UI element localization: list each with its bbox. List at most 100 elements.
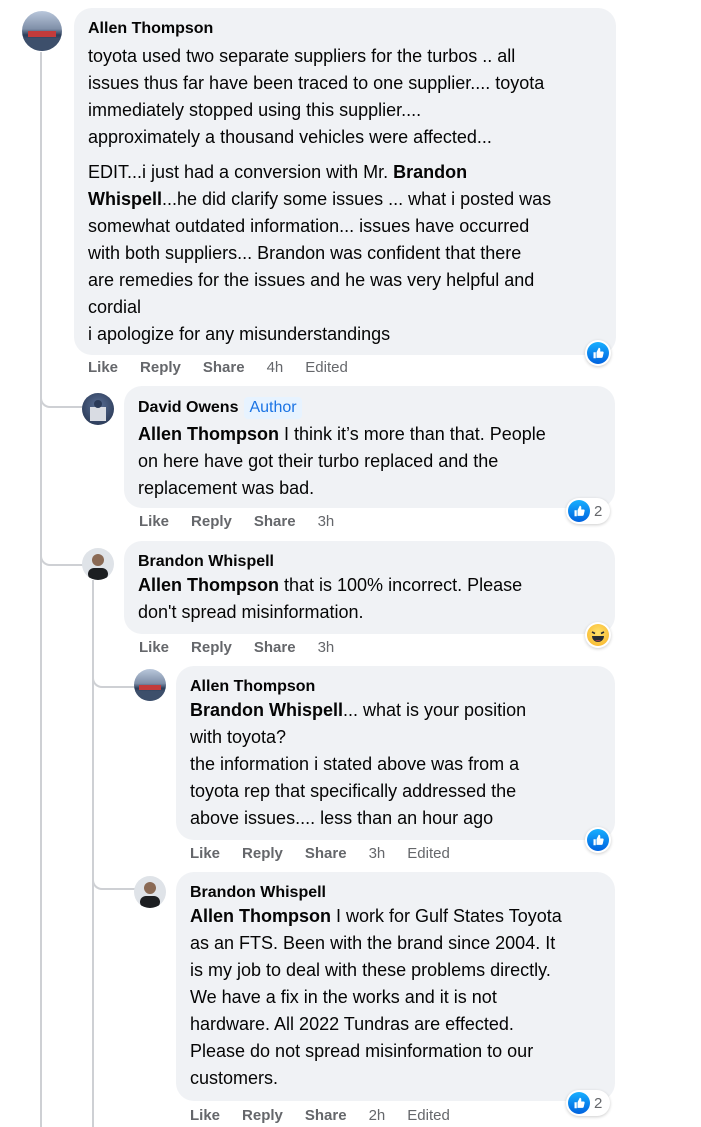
- timestamp[interactable]: 3h: [369, 845, 386, 863]
- reaction-summary[interactable]: [585, 340, 611, 366]
- timestamp[interactable]: 4h: [267, 359, 284, 377]
- like-button[interactable]: Like: [139, 639, 169, 657]
- comment-line: cordial: [88, 294, 602, 321]
- like-button[interactable]: Like: [190, 845, 220, 863]
- mentioned-name[interactable]: Whispell: [88, 189, 162, 209]
- timestamp[interactable]: 3h: [318, 513, 335, 531]
- like-reaction-icon: [568, 500, 590, 522]
- comment-author[interactable]: Allen Thompson: [190, 677, 601, 697]
- comment-bubble: Brandon Whispell Allen Thompson I work f…: [176, 872, 615, 1101]
- edited-label: Edited: [407, 1107, 450, 1124]
- comment-line: as an FTS. Been with the brand since 200…: [190, 930, 601, 957]
- share-button[interactable]: Share: [305, 845, 347, 863]
- comment-author[interactable]: Brandon Whispell: [138, 552, 601, 572]
- avatar[interactable]: [134, 876, 166, 908]
- comment-text: with toyota?: [190, 727, 287, 747]
- reaction-summary[interactable]: [585, 622, 611, 648]
- comment-text: We have a fix in the works and it is not: [190, 987, 497, 1007]
- comment-text: EDIT...i just had a conversion with Mr.: [88, 162, 394, 182]
- comment-text: replacement was bad.: [138, 478, 315, 498]
- like-button[interactable]: Like: [139, 513, 169, 531]
- reply-button[interactable]: Reply: [191, 639, 232, 657]
- reaction-summary[interactable]: 2: [566, 1090, 611, 1116]
- comment-line: Whispell...he did clarify some issues ..…: [88, 186, 602, 213]
- comment-line: Allen Thompson that is 100% incorrect. P…: [138, 572, 601, 599]
- comment-text: on here have got their turbo replaced an…: [138, 451, 499, 471]
- thumbs-up-icon: [593, 834, 604, 846]
- comment-author[interactable]: David Owens: [138, 399, 238, 416]
- comment-author-row: David Owens Author: [138, 397, 601, 419]
- comment-line: on here have got their turbo replaced an…: [138, 448, 601, 475]
- mentioned-name[interactable]: Brandon Whispell: [190, 700, 343, 720]
- haha-face-icon: [591, 631, 605, 642]
- share-button[interactable]: Share: [203, 359, 245, 377]
- avatar[interactable]: [82, 393, 114, 425]
- comment-line: EDIT...i just had a conversion with Mr. …: [88, 159, 602, 186]
- comment-text: as an FTS. Been with the brand since 200…: [190, 933, 556, 953]
- like-reaction-icon: [568, 1092, 590, 1114]
- reaction-summary[interactable]: 2: [566, 498, 611, 524]
- mentioned-name[interactable]: Allen Thompson: [138, 424, 279, 444]
- reaction-summary[interactable]: [585, 827, 611, 853]
- like-button[interactable]: Like: [190, 1107, 220, 1125]
- timestamp[interactable]: 2h: [369, 1107, 386, 1125]
- thumbs-up-icon: [593, 347, 604, 359]
- comment-line: approximately a thousand vehicles were a…: [88, 124, 602, 151]
- reply-button[interactable]: Reply: [191, 513, 232, 531]
- mentioned-name[interactable]: Brandon: [393, 162, 467, 182]
- comment-line: is my job to deal with these problems di…: [190, 957, 601, 984]
- comment-actions: Like Reply Share 4h Edited: [88, 359, 370, 377]
- comment-text: I work for Gulf States Toyota: [331, 906, 562, 926]
- comment-text: immediately stopped using this supplier.…: [88, 100, 422, 120]
- thumbs-up-icon: [574, 505, 585, 517]
- comment-line: toyota used two separate suppliers for t…: [88, 43, 602, 70]
- comment-body: Allen Thompson I think it’s more than th…: [138, 421, 601, 502]
- comment-text: ... what is your position: [343, 700, 527, 720]
- comment-text: that is 100% incorrect. Please: [279, 575, 523, 595]
- comment-line: somewhat outdated information... issues …: [88, 213, 602, 240]
- avatar[interactable]: [134, 669, 166, 701]
- timestamp[interactable]: 3h: [318, 639, 335, 657]
- share-button[interactable]: Share: [254, 639, 296, 657]
- like-button[interactable]: Like: [88, 359, 118, 377]
- comment-text: the information i stated above was from …: [190, 754, 520, 774]
- comment-body: Brandon Whispell... what is your positio…: [190, 697, 601, 832]
- avatar-photo-icon: [134, 685, 166, 701]
- avatar[interactable]: [22, 11, 62, 51]
- comment-line: Allen Thompson I work for Gulf States To…: [190, 903, 601, 930]
- comment-line: toyota rep that specifically addressed t…: [190, 778, 601, 805]
- reply-button[interactable]: Reply: [242, 1107, 283, 1125]
- avatar[interactable]: [82, 548, 114, 580]
- comment-author[interactable]: Brandon Whispell: [190, 883, 601, 903]
- comment-author[interactable]: Allen Thompson: [88, 19, 602, 39]
- reply-button[interactable]: Reply: [242, 845, 283, 863]
- comment-line: Brandon Whispell... what is your positio…: [190, 697, 601, 724]
- comment-text: hardware. All 2022 Tundras are effected.: [190, 1014, 514, 1034]
- like-reaction-icon: [587, 829, 609, 851]
- comment-line: hardware. All 2022 Tundras are effected.: [190, 1011, 601, 1038]
- comment-text: I think it’s more than that. People: [279, 424, 546, 444]
- share-button[interactable]: Share: [305, 1107, 347, 1125]
- comment-line: above issues.... less than an hour ago: [190, 805, 601, 832]
- like-reaction-icon: [587, 342, 609, 364]
- comment-text: cordial: [88, 297, 142, 317]
- comment-line: immediately stopped using this supplier.…: [88, 97, 602, 124]
- comment-text: issues thus far have been traced to one …: [88, 73, 545, 93]
- share-button[interactable]: Share: [254, 513, 296, 531]
- comment-line: customers.: [190, 1065, 601, 1092]
- comment-line: i apologize for any misunderstandings: [88, 321, 602, 348]
- comment-body: toyota used two separate suppliers for t…: [88, 43, 602, 348]
- comment-text: above issues.... less than an hour ago: [190, 808, 494, 828]
- author-badge: Author: [244, 397, 302, 419]
- comment-text: toyota used two separate suppliers for t…: [88, 46, 516, 66]
- comment-text: are remedies for the issues and he was v…: [88, 270, 535, 290]
- comment-line: with toyota?: [190, 724, 601, 751]
- reply-button[interactable]: Reply: [140, 359, 181, 377]
- comment-body: Allen Thompson I work for Gulf States To…: [190, 903, 601, 1092]
- comment-bubble: Brandon Whispell Allen Thompson that is …: [124, 541, 615, 634]
- mentioned-name[interactable]: Allen Thompson: [138, 575, 279, 595]
- comment-text: somewhat outdated information... issues …: [88, 216, 530, 236]
- comment-line: the information i stated above was from …: [190, 751, 601, 778]
- comment-line: are remedies for the issues and he was v…: [88, 267, 602, 294]
- mentioned-name[interactable]: Allen Thompson: [190, 906, 331, 926]
